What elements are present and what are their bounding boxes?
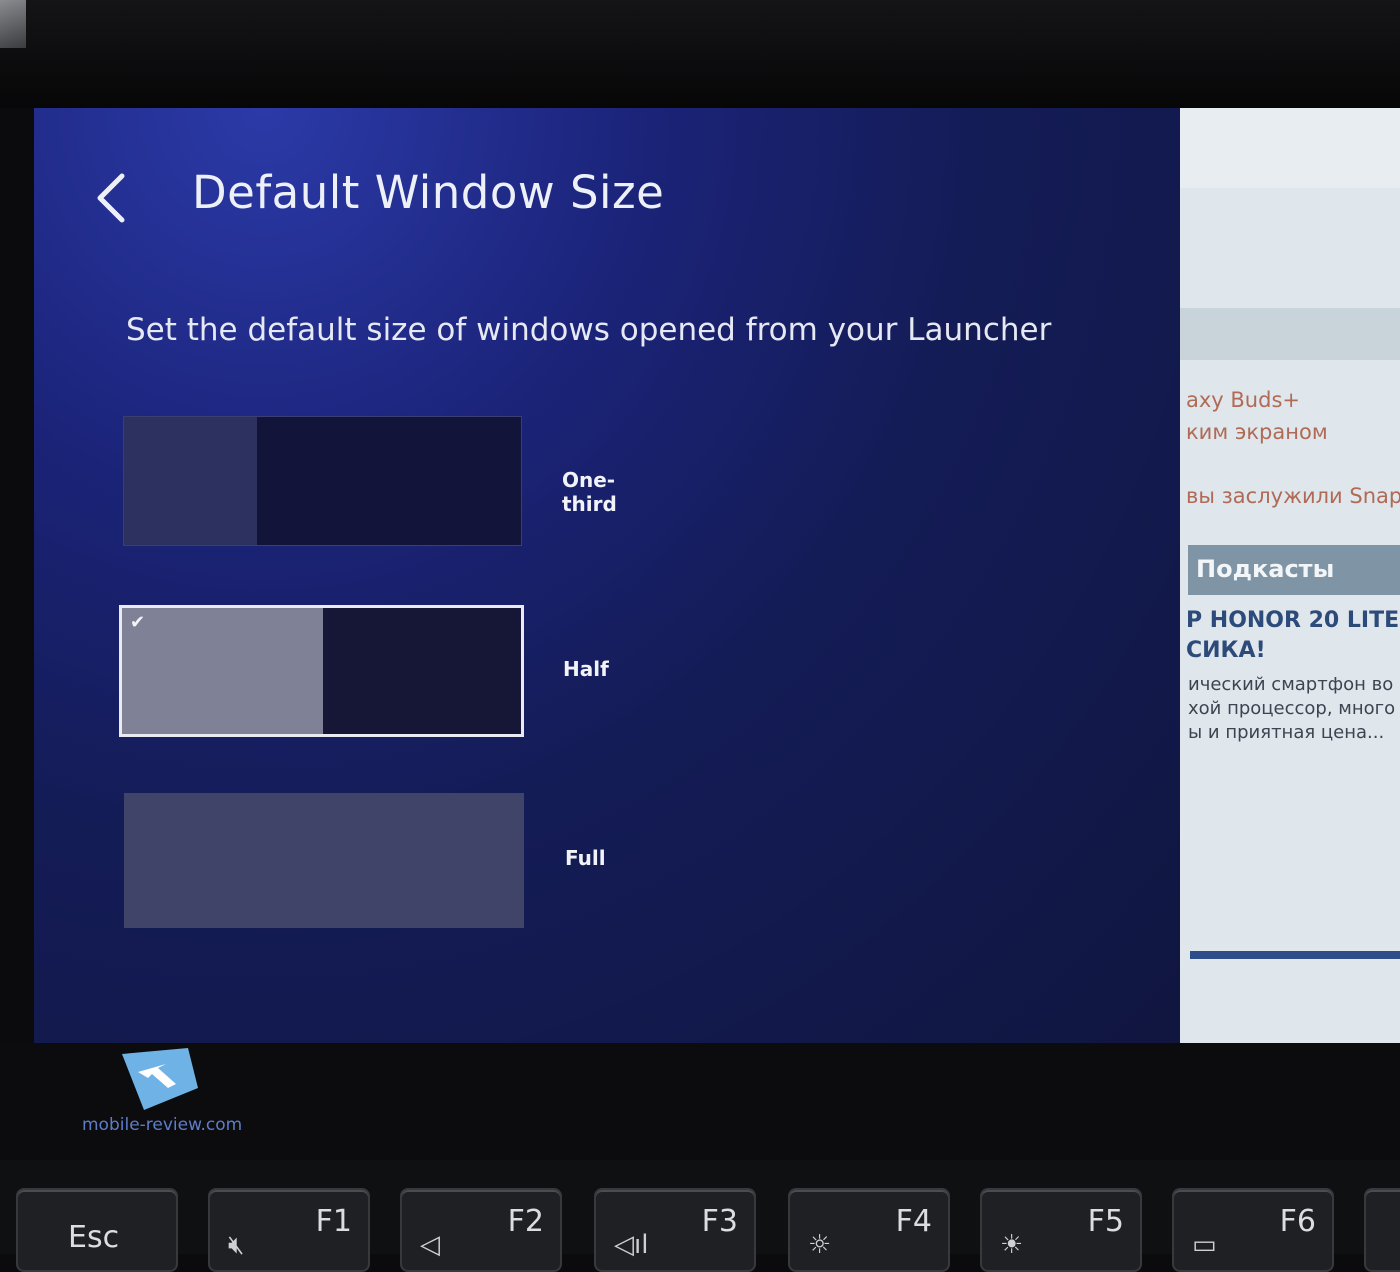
keyboard: Esc 🔇︎ F1 ◁ F2 ◁ıl F3 ☼ F4 ☀ F5 ▭ F6	[0, 1160, 1400, 1272]
description: ический смартфон во	[1188, 674, 1394, 695]
brightness-up-icon: ☀	[1000, 1230, 1024, 1260]
one-third-fill	[124, 417, 257, 545]
article-link[interactable]: вы заслужили Snapdra	[1186, 484, 1400, 508]
key-label: F5	[1087, 1204, 1124, 1239]
chevron-left-icon	[97, 173, 125, 223]
section-title: Подкасты	[1196, 555, 1335, 583]
divider-line	[1190, 951, 1400, 959]
key-f3[interactable]: ◁ıl F3	[594, 1188, 756, 1272]
laptop-bezel-bottom	[0, 1043, 1400, 1163]
key-label: F1	[315, 1204, 352, 1239]
key-f5[interactable]: ☀ F5	[980, 1188, 1142, 1272]
full-preview[interactable]	[124, 793, 524, 928]
half-preview[interactable]: ✔	[119, 605, 524, 737]
volume-up-icon: ◁ıl	[614, 1230, 649, 1260]
page-title: Default Window Size	[192, 166, 665, 219]
key-f7-partial[interactable]	[1364, 1188, 1400, 1272]
key-esc[interactable]: Esc	[16, 1188, 178, 1272]
key-label: F4	[895, 1204, 932, 1239]
option-label: One-third	[562, 468, 617, 516]
article-link[interactable]: axy Buds+	[1186, 388, 1300, 412]
settings-panel: Default Window Size Set the default size…	[34, 108, 1180, 1043]
page-header-strip	[1180, 108, 1400, 188]
watermark-logo	[118, 1048, 202, 1118]
window-icon: ▭	[1192, 1230, 1217, 1260]
description: ы и приятная цена...	[1188, 722, 1385, 743]
device-corner	[0, 0, 26, 48]
mute-icon: 🔇︎	[228, 1230, 245, 1260]
half-fill	[122, 608, 323, 734]
screen: Default Window Size Set the default size…	[34, 108, 1400, 1043]
one-third-preview[interactable]	[123, 416, 522, 546]
watermark-text: mobile-review.com	[82, 1115, 243, 1135]
key-f2[interactable]: ◁ F2	[400, 1188, 562, 1272]
page-subtitle: Set the default size of windows opened f…	[126, 312, 1052, 348]
article-link[interactable]: ким экраном	[1186, 420, 1328, 444]
key-f6[interactable]: ▭ F6	[1172, 1188, 1334, 1272]
key-f1[interactable]: 🔇︎ F1	[208, 1188, 370, 1272]
option-label: Full	[565, 846, 606, 870]
key-label: F6	[1279, 1204, 1316, 1239]
laptop-bezel-top	[0, 0, 1400, 108]
volume-down-icon: ◁	[420, 1230, 440, 1260]
key-f4[interactable]: ☼ F4	[788, 1188, 950, 1272]
key-label: Esc	[68, 1220, 120, 1255]
headline[interactable]: СИКА!	[1186, 638, 1266, 663]
key-label: F3	[701, 1204, 738, 1239]
key-label: F2	[507, 1204, 544, 1239]
brightness-down-icon: ☼	[808, 1230, 832, 1260]
headline[interactable]: Р HONOR 20 LITE	[1186, 608, 1399, 633]
description: хой процессор, много	[1188, 698, 1396, 719]
option-label: Half	[563, 657, 609, 681]
back-button[interactable]	[92, 168, 136, 228]
checkmark-icon: ✔	[130, 612, 146, 633]
background-browser-window[interactable]: axy Buds+ ким экраном вы заслужили Snapd…	[1180, 108, 1400, 1043]
nav-strip	[1180, 308, 1400, 360]
